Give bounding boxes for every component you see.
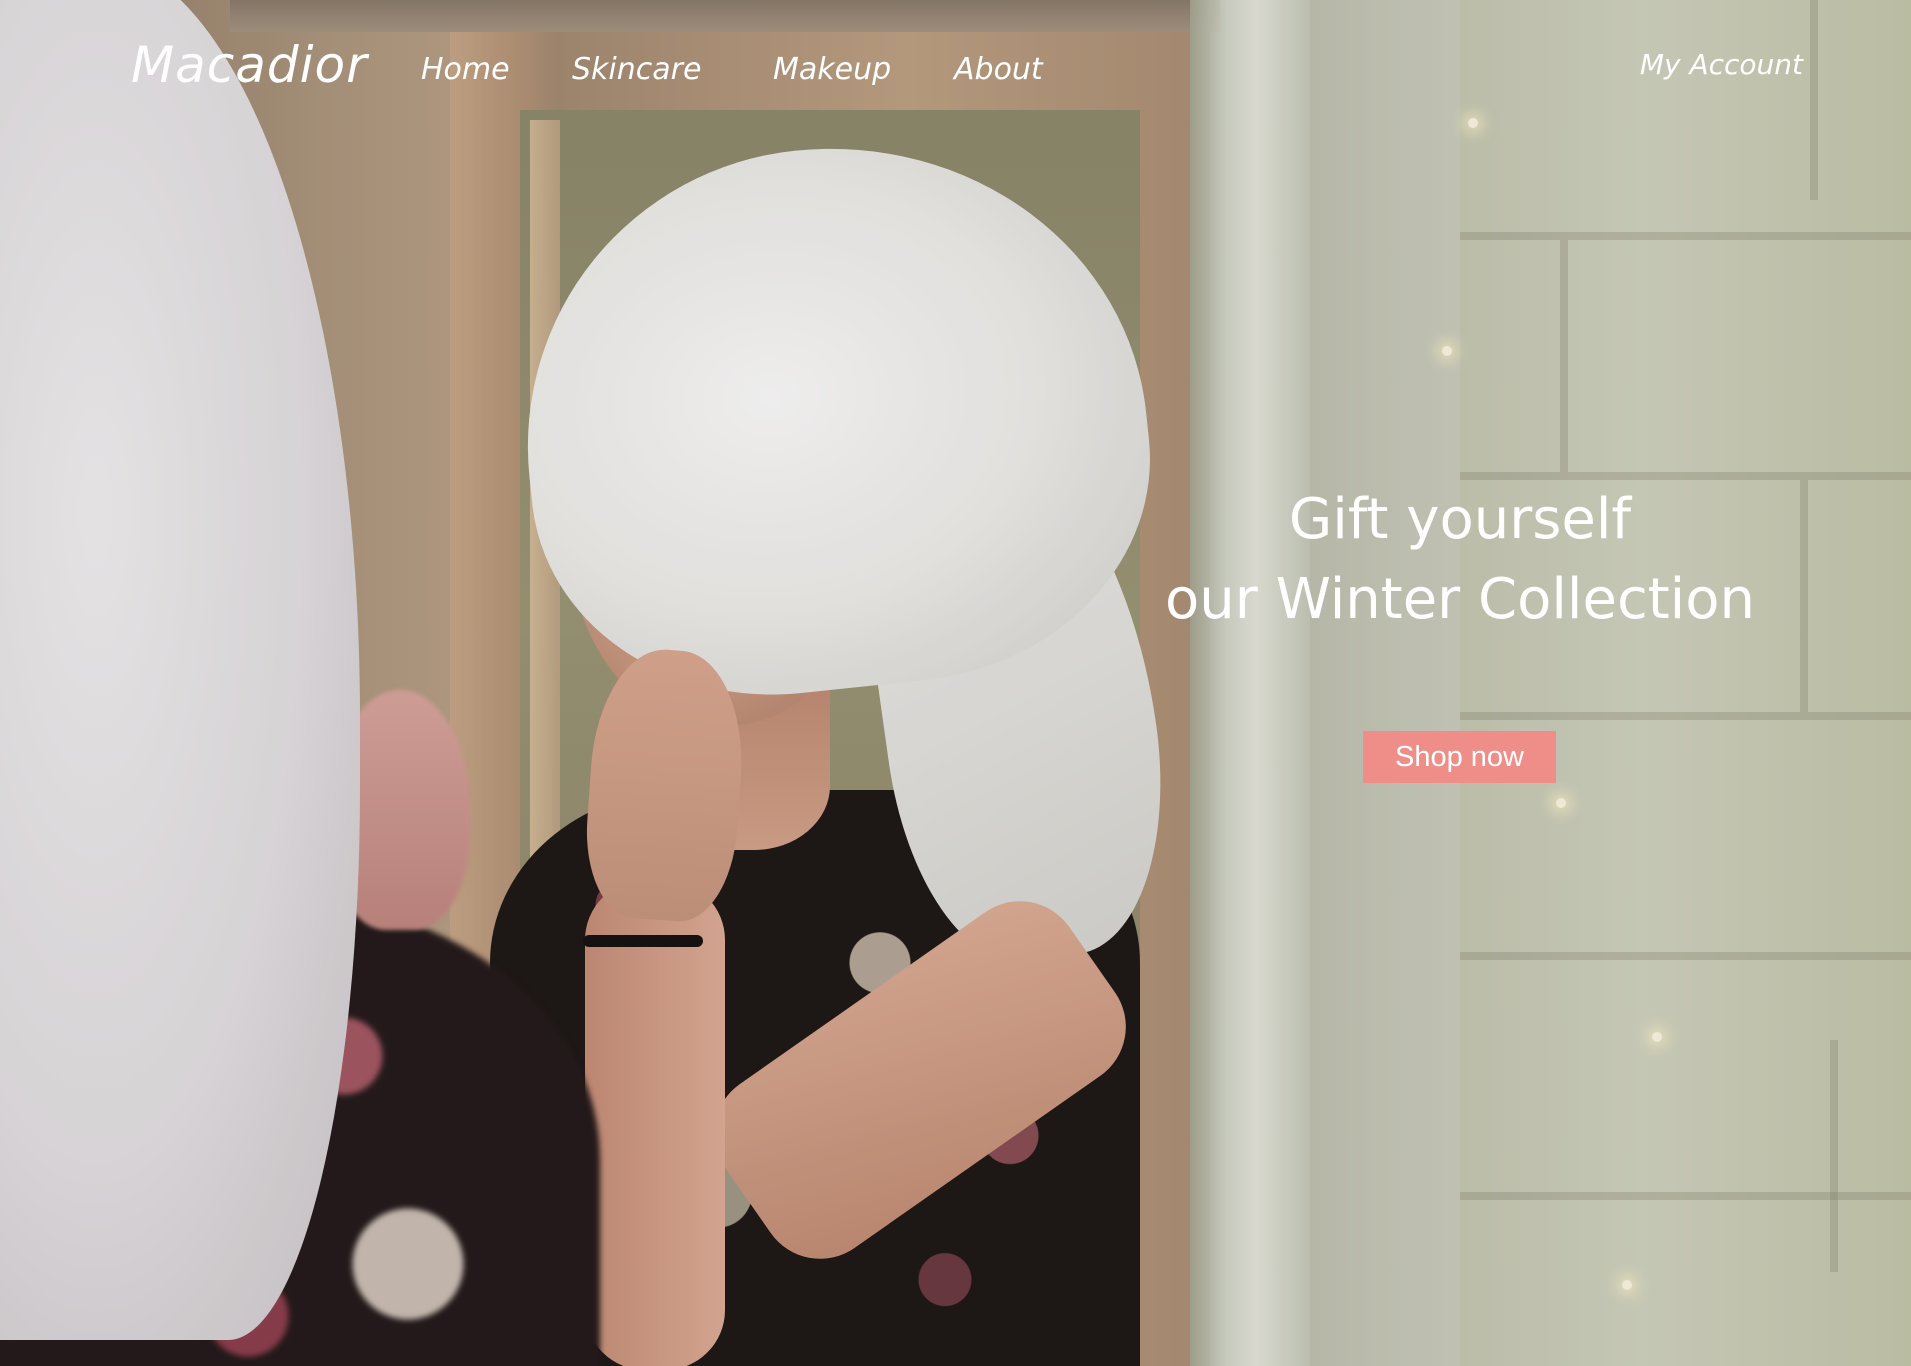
- hero-line-2: our Winter Collection: [1165, 567, 1755, 632]
- hero-line-1: Gift yourself: [1288, 487, 1632, 552]
- my-account-link[interactable]: My Account: [1640, 48, 1803, 81]
- shop-now-button[interactable]: Shop now: [1363, 731, 1556, 783]
- image-overlay: [0, 0, 1911, 1366]
- nav-link-about[interactable]: About: [954, 52, 1043, 87]
- nav-link-home[interactable]: Home: [421, 52, 510, 87]
- brand-logo[interactable]: Macadior: [131, 36, 368, 94]
- hero-background-image: [0, 0, 1911, 1366]
- top-navigation: Macadior Home Skincare Makeup About My A…: [0, 0, 1911, 120]
- nav-link-makeup[interactable]: Makeup: [773, 52, 891, 87]
- landing-page: Macadior Home Skincare Makeup About My A…: [0, 0, 1911, 1366]
- nav-link-skincare[interactable]: Skincare: [572, 52, 701, 87]
- hero-heading: Gift yourself our Winter Collection: [1140, 480, 1780, 640]
